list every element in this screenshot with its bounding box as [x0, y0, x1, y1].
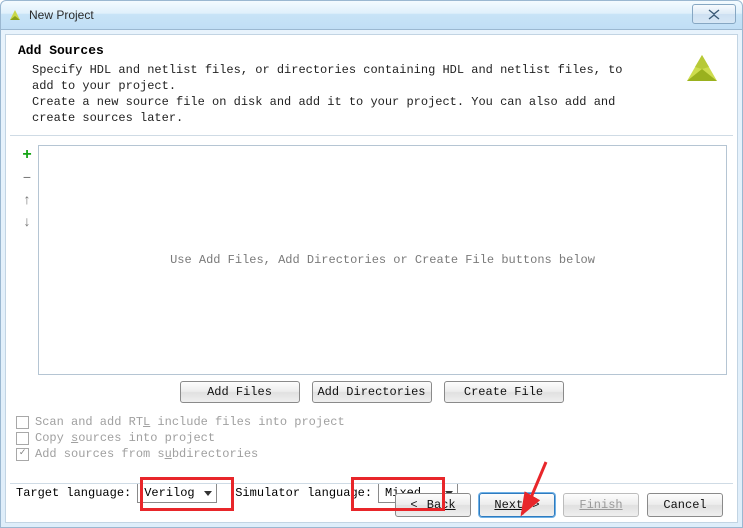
app-icon	[7, 7, 23, 23]
wizard-page: Add Sources Specify HDL and netlist file…	[5, 34, 738, 523]
arrow-up-icon: ↑	[19, 191, 35, 207]
close-button[interactable]	[692, 4, 736, 24]
copy-sources-label: Copy sources into project	[35, 431, 215, 445]
finish-button: Finish	[563, 493, 639, 517]
titlebar: New Project	[0, 0, 743, 30]
cancel-button[interactable]: Cancel	[647, 493, 723, 517]
divider-top	[10, 135, 733, 136]
divider-bottom	[10, 483, 733, 484]
window-frame: Add Sources Specify HDL and netlist file…	[0, 30, 743, 528]
copy-sources-checkbox	[16, 432, 29, 445]
create-file-button[interactable]: Create File	[444, 381, 564, 403]
add-files-button[interactable]: Add Files	[180, 381, 300, 403]
scan-rtl-checkbox	[16, 416, 29, 429]
add-directories-button[interactable]: Add Directories	[312, 381, 432, 403]
scan-rtl-checkbox-row: Scan and add RTL include files into proj…	[16, 415, 345, 429]
minus-icon: −	[19, 169, 35, 185]
window-title: New Project	[29, 8, 94, 22]
sources-list[interactable]: Use Add Files, Add Directories or Create…	[38, 145, 727, 375]
sources-area: + − ↑ ↓ Use Add Files, Add Directories o…	[16, 145, 727, 375]
copy-sources-checkbox-row: Copy sources into project	[16, 431, 345, 445]
add-subdirs-label: Add sources from subdirectories	[35, 447, 258, 461]
next-button[interactable]: Next >	[479, 493, 555, 517]
source-buttons-row: Add Files Add Directories Create File	[6, 381, 737, 403]
vivado-logo	[681, 45, 723, 87]
add-subdirs-checkbox	[16, 448, 29, 461]
scan-rtl-label: Scan and add RTL include files into proj…	[35, 415, 345, 429]
sources-empty-text: Use Add Files, Add Directories or Create…	[170, 253, 595, 267]
options-group: Scan and add RTL include files into proj…	[16, 413, 345, 463]
page-title: Add Sources	[18, 43, 727, 58]
add-subdirs-checkbox-row: Add sources from subdirectories	[16, 447, 345, 461]
back-button[interactable]: < Back	[395, 493, 471, 517]
arrow-down-icon: ↓	[19, 213, 35, 229]
page-description: Specify HDL and netlist files, or direct…	[32, 62, 632, 126]
wizard-buttons: < Back Next > Finish Cancel	[6, 493, 737, 517]
add-icon[interactable]: +	[19, 147, 35, 163]
sources-toolbar: + − ↑ ↓	[16, 145, 38, 375]
